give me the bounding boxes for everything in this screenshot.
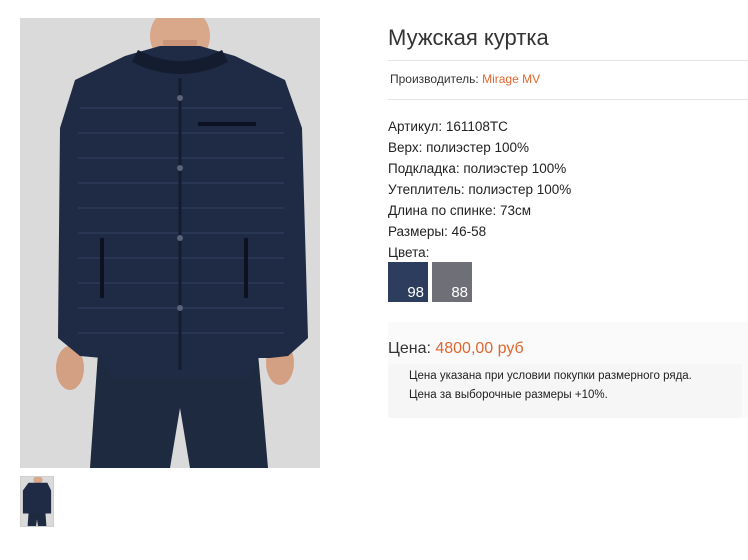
spec-length: Длина по спинке: 73см (388, 203, 532, 218)
divider (388, 60, 748, 61)
spec-sizes: Размеры: 46-58 (388, 224, 487, 239)
spec-insulation: Утеплитель: полиэстер 100% (388, 182, 572, 197)
page-title: Мужская куртка (388, 25, 549, 50)
color-swatch-98[interactable]: 98 (388, 262, 428, 302)
price-label: Цена: (388, 340, 436, 357)
color-swatch-88[interactable]: 88 (432, 262, 472, 302)
color-swatches: 98 88 (388, 262, 472, 302)
price-note: Цена за выборочные размеры +10%. (409, 389, 608, 401)
price-panel: Цена: 4800,00 руб Цена указана при услов… (388, 322, 748, 418)
price-value: 4800,00 руб (435, 340, 524, 357)
spec-outer: Верх: полиэстер 100% (388, 140, 530, 155)
spec-list: Артикул: 161108ТС Верх: полиэстер 100% П… (388, 116, 571, 263)
color-code: 88 (451, 284, 468, 301)
manufacturer-link[interactable]: Mirage MV (482, 72, 540, 86)
manufacturer: Производитель: Mirage MV (390, 72, 540, 86)
manufacturer-label: Производитель: (390, 72, 483, 86)
price-note: Цена указана при условии покупки размерн… (409, 370, 692, 382)
color-code: 98 (407, 284, 424, 301)
thumbnail-image[interactable] (20, 476, 54, 527)
spec-article: Артикул: 161108ТС (388, 119, 508, 134)
main-product-photo[interactable] (20, 18, 320, 468)
price-note-box: Цена указана при условии покупки размерн… (388, 364, 742, 418)
price: Цена: 4800,00 руб (388, 340, 524, 358)
colors-label: Цвета: (388, 245, 430, 260)
divider (388, 99, 748, 100)
spec-lining: Подкладка: полиэстер 100% (388, 161, 567, 176)
